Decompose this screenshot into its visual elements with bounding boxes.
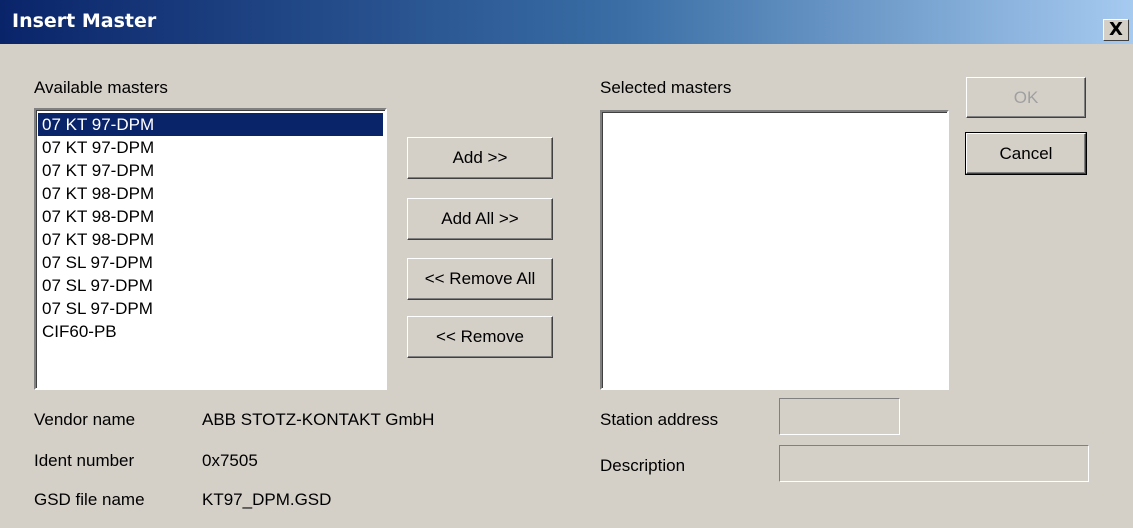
gsd-file-name-value: KT97_DPM.GSD (202, 490, 332, 509)
description-label: Description (600, 456, 686, 475)
ident-number-label: Ident number (34, 451, 135, 470)
ident-number-value: 0x7505 (202, 451, 258, 470)
list-item[interactable]: 07 KT 97-DPM (38, 136, 383, 159)
list-item[interactable]: 07 KT 98-DPM (38, 228, 383, 251)
list-item[interactable]: 07 KT 97-DPM (38, 159, 383, 182)
selected-masters-list[interactable] (600, 110, 949, 390)
remove-button[interactable]: << Remove (407, 316, 553, 358)
ok-button[interactable]: OK (966, 77, 1086, 118)
close-icon: X (1109, 19, 1123, 40)
gsd-file-name-label: GSD file name (34, 490, 145, 509)
list-item[interactable]: 07 SL 97-DPM (38, 297, 383, 320)
list-item[interactable]: 07 KT 98-DPM (38, 182, 383, 205)
description-field[interactable] (779, 445, 1089, 482)
list-item[interactable]: 07 SL 97-DPM (38, 251, 383, 274)
list-item[interactable]: 07 SL 97-DPM (38, 274, 383, 297)
add-all-button[interactable]: Add All >> (407, 198, 553, 240)
station-address-label: Station address (600, 410, 719, 429)
available-masters-label: Available masters (34, 78, 168, 97)
list-item[interactable]: CIF60-PB (38, 320, 383, 343)
list-item[interactable]: 07 KT 97-DPM (38, 113, 383, 136)
window-title: Insert Master (12, 10, 157, 32)
remove-all-button[interactable]: << Remove All (407, 258, 553, 300)
add-button[interactable]: Add >> (407, 137, 553, 179)
vendor-name-value: ABB STOTZ-KONTAKT GmbH (202, 410, 435, 429)
title-bar: Insert Master X (0, 0, 1133, 44)
list-item[interactable]: 07 KT 98-DPM (38, 205, 383, 228)
available-masters-list[interactable]: 07 KT 97-DPM 07 KT 97-DPM 07 KT 97-DPM 07 K… (34, 108, 387, 390)
cancel-button[interactable]: Cancel (965, 132, 1087, 175)
vendor-name-label: Vendor name (34, 410, 136, 429)
close-button[interactable]: X (1103, 19, 1129, 41)
selected-masters-label: Selected masters (600, 78, 732, 97)
station-address-field[interactable] (779, 398, 900, 435)
